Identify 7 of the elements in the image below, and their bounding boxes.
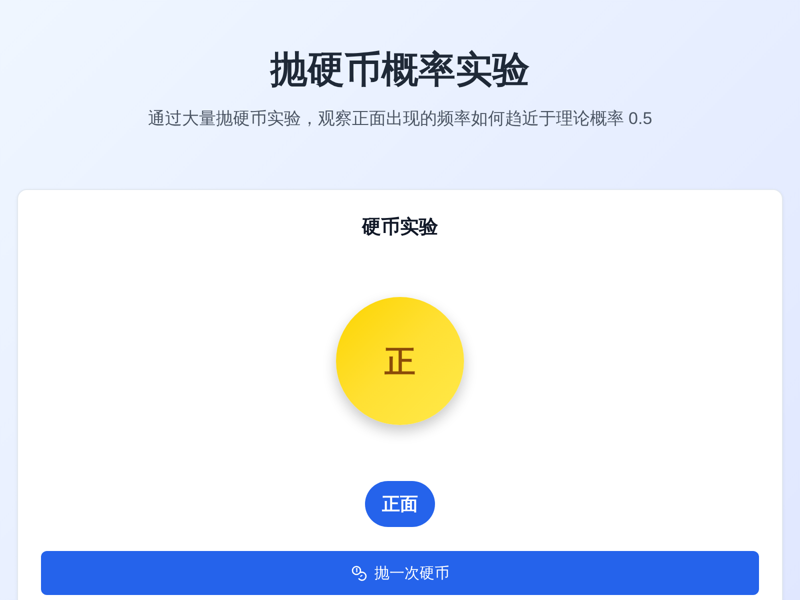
coin-face-text: 正 xyxy=(384,346,416,376)
toss-button[interactable]: 抛一次硬币 xyxy=(41,551,759,595)
page-subtitle: 通过大量抛硬币实验，观察正面出现的频率如何趋近于理论概率 0.5 xyxy=(148,108,652,130)
coins-icon xyxy=(350,565,366,581)
page-title: 抛硬币概率实验 xyxy=(270,48,530,92)
result-badge: 正面 xyxy=(365,481,435,527)
card-title: 硬币实验 xyxy=(362,216,438,240)
